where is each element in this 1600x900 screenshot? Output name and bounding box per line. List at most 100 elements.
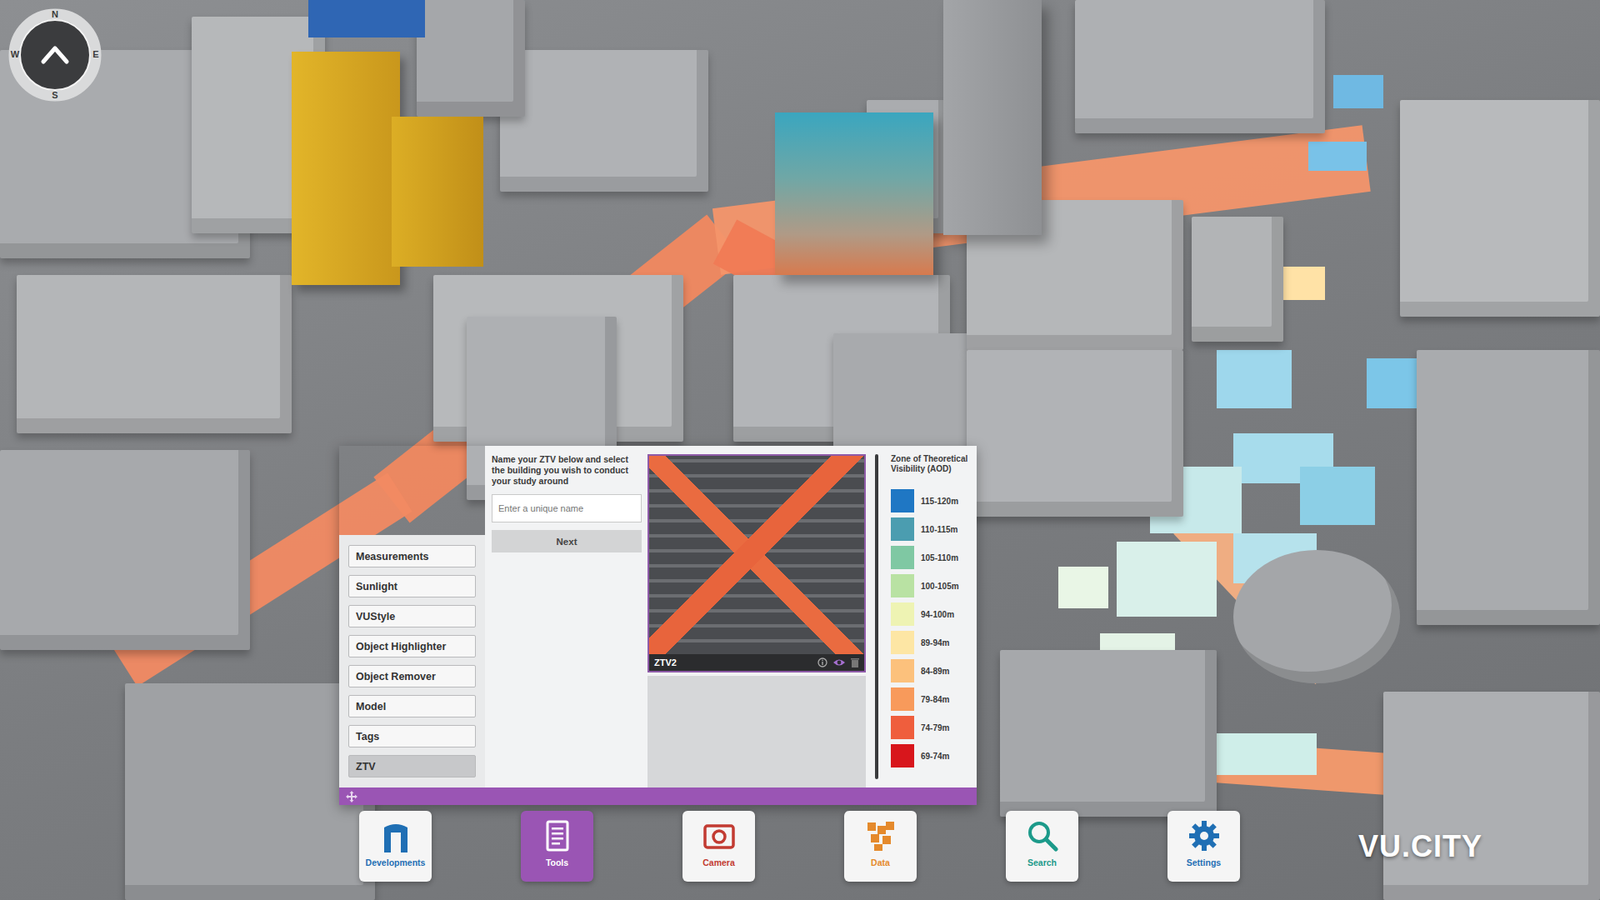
study-empty-area [647,675,866,788]
gear-icon [1187,819,1221,853]
highlighted-building [291,51,400,285]
legend-entry: 94-100m [890,602,975,626]
ztv-cell [1333,75,1384,109]
tool-menu-label: Object Remover [355,670,436,683]
toolbar-button[interactable]: Developments [359,810,432,882]
toolbar-button[interactable]: Settings [1167,810,1240,882]
toolbar-label: Data [870,857,890,868]
tool-menu-item[interactable]: VUStyle [348,605,476,628]
tool-menu: Measurements Sunlight VUStyle Object Highli… [339,535,485,788]
building-icon [379,819,413,853]
building [966,350,1184,517]
next-button[interactable]: Next [491,530,642,553]
legend-label: 105-110m [920,553,959,563]
ztv-cell [1116,541,1217,617]
legend-label: 84-89m [920,666,950,676]
vucity-logo: VU.CITY [1358,830,1483,864]
tool-menu-item[interactable]: Sunlight [348,575,476,598]
legend-entry: 115-120m [890,489,975,513]
building [16,275,292,434]
legend-label: 110-115m [920,525,959,535]
legend-swatch [890,659,915,683]
ztv-cell [1216,733,1317,775]
toolbar-label: Tools [545,857,569,868]
building [1000,650,1217,817]
legend-label: 69-74m [920,751,950,761]
compass-ring-icon [8,8,102,102]
toolbar-button[interactable]: Tools [520,810,594,882]
legend-label: 89-94m [920,638,950,648]
compass-letter: N [50,8,60,20]
tool-menu-label: Measurements [355,550,430,563]
study-footer: ZTV2 [649,654,865,671]
legend-swatch [890,489,915,513]
tool-menu-label: Sunlight [355,580,398,593]
toolbar-button[interactable]: Search [1005,810,1079,882]
building [0,450,250,650]
camera-icon [702,819,736,853]
study-building[interactable] [775,112,934,275]
tool-menu-label: ZTV [355,760,376,773]
tool-menu-label: VUStyle [355,610,395,623]
ztv-form: Name your ZTV below and select the build… [491,454,642,788]
legend-entry: 100-105m [890,574,975,598]
tool-menu-item[interactable]: Object Remover [348,665,476,688]
toolbar-label: Developments [365,857,426,868]
tool-menu-label: Object Highlighter [355,640,446,653]
building [1383,691,1600,900]
legend-entry: 69-74m [890,744,975,768]
trash-icon [850,657,860,668]
compass-letter: E [90,48,101,60]
building [1075,0,1325,134]
legend-swatch [890,715,915,740]
tool-menu-item[interactable]: ZTV [348,755,476,778]
compass[interactable]: N E S W [8,8,102,102]
toolbar-button[interactable]: Data [844,810,917,882]
building [1400,100,1600,317]
scrollbar[interactable] [875,454,879,780]
legend-entry: 110-115m [890,517,975,541]
blocks-icon [864,819,898,853]
tool-menu-item[interactable]: Object Highlighter [348,635,476,658]
tool-menu-label: Model [355,700,386,713]
legend-swatch [890,630,915,655]
legend-swatch [890,687,915,711]
ztv-cell [1216,350,1292,409]
tool-menu-label: Tags [355,730,380,743]
tool-menu-item[interactable]: Measurements [348,545,476,568]
building [416,0,525,117]
next-label: Next [556,536,578,547]
legend-swatch [890,602,915,626]
legend-label: 94-100m [920,610,955,620]
toolbar-label: Settings [1186,857,1221,868]
compass-letter: W [10,48,20,60]
document-icon [540,819,575,853]
eye-icon[interactable] [832,657,846,668]
panel-drag-bar[interactable] [339,787,977,805]
legend-title: Zone of Theoretical Visibility (AOD) [890,454,975,485]
app-window: N E S W Measurements Sunlight VUStyle Object Hi… [0,0,1600,900]
highlighted-building [391,116,484,267]
building [1416,350,1600,625]
highlighted-building [308,0,425,38]
magnifier-icon [1025,819,1060,853]
study-card[interactable]: ZTV2 [647,454,866,673]
tool-menu-item[interactable]: Model [348,695,476,718]
name-input[interactable] [491,494,642,523]
legend-entry: 74-79m [890,715,975,740]
compass-letter: S [50,89,60,101]
ztv-cell [1308,141,1367,171]
legend-swatch [890,744,915,768]
tool-main: Name your ZTV below and select the build… [485,445,977,788]
toolbar-button[interactable]: Camera [682,810,755,882]
tool-menu-item[interactable]: Tags [348,725,476,748]
building [1191,216,1284,342]
legend-entry: 79-84m [890,687,975,711]
tower [943,0,1042,235]
study-thumbnail [649,455,865,655]
ztv-cell [1058,566,1109,609]
toolbar-label: Camera [702,857,735,868]
legend-label: 74-79m [920,723,950,733]
study-name: ZTV2 [654,657,813,668]
building [125,683,375,900]
